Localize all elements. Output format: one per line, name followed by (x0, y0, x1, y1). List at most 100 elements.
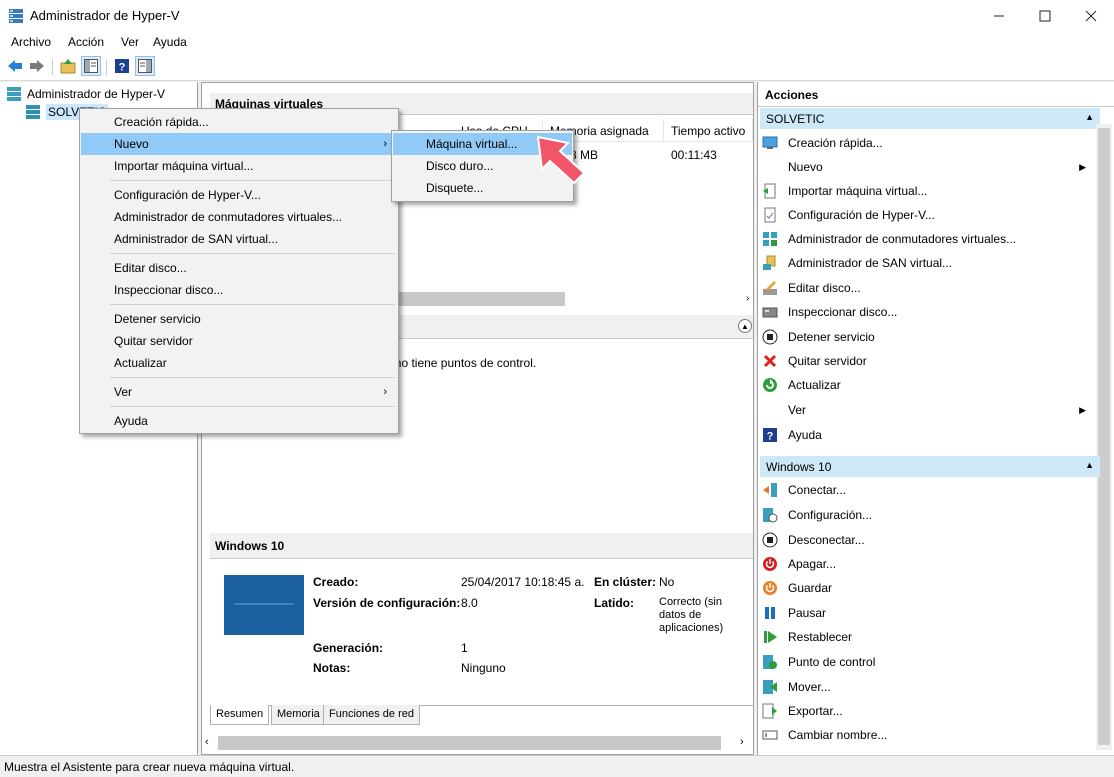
config-version-label: Versión de configuración: (313, 596, 461, 610)
help-button[interactable]: ? (112, 56, 132, 76)
close-button[interactable] (1068, 0, 1114, 31)
action-exportar[interactable]: Exportar... (762, 700, 1092, 722)
heartbeat-value-line1: Correcto (sin (659, 596, 722, 608)
collapse-checkpoints-icon[interactable]: ▲ (738, 319, 752, 333)
action-san-virtual[interactable]: Administrador de SAN virtual... (762, 252, 1092, 274)
action-label: Importar máquina virtual... (788, 184, 928, 198)
ctx-ver[interactable]: Ver › (81, 381, 397, 403)
forward-arrow-icon (30, 60, 44, 72)
menu-archivo[interactable]: Archivo (11, 35, 51, 49)
action-desconectar[interactable]: Desconectar... (762, 529, 1092, 551)
ctx-quitar-servidor[interactable]: Quitar servidor (81, 330, 397, 352)
center-hscroll-thumb[interactable] (218, 736, 721, 750)
context-menu: Creación rápida... Nuevo › Importar máqu… (79, 108, 399, 434)
scroll-right-icon[interactable]: › (746, 293, 749, 304)
created-value: 25/04/2017 10:18:45 a. (461, 575, 585, 589)
action-editar-disco[interactable]: Editar disco... (762, 277, 1092, 299)
action-ver[interactable]: Ver ▶ (762, 399, 1092, 421)
action-quitar-servidor[interactable]: Quitar servidor (762, 350, 1092, 372)
ctx-actualizar[interactable]: Actualizar (81, 352, 397, 374)
ctx-detener-servicio[interactable]: Detener servicio (81, 308, 397, 330)
action-label: Ayuda (788, 428, 822, 442)
svg-text:?: ? (119, 62, 126, 74)
actions-scroll-thumb[interactable] (1098, 128, 1110, 745)
heartbeat-value-line2: datos de (659, 609, 702, 621)
status-bar: Muestra el Asistente para crear nueva má… (0, 755, 1114, 777)
action-inspeccionar-disco[interactable]: Inspeccionar disco... (762, 301, 1092, 323)
save-icon (763, 581, 777, 595)
action-label: Guardar (788, 581, 833, 595)
ctx-importar[interactable]: Importar máquina virtual... (81, 155, 397, 177)
action-configuracion-hyperv[interactable]: Configuración de Hyper-V... (762, 204, 1092, 226)
action-label: Creación rápida... (788, 136, 883, 150)
ctx-ver-label: Ver (114, 385, 133, 399)
action-importar[interactable]: Importar máquina virtual... (762, 180, 1092, 202)
action-mover[interactable]: Mover... (762, 676, 1092, 698)
action-label: Inspeccionar disco... (788, 305, 898, 319)
action-conectar[interactable]: Conectar... (762, 479, 1092, 501)
up-folder-button[interactable] (58, 56, 78, 76)
ctx-nuevo[interactable]: Nuevo › (81, 133, 397, 155)
action-label: Pausar (788, 606, 827, 620)
tree-root-item[interactable]: Administrador de Hyper-V (6, 86, 165, 102)
ctx-ayuda[interactable]: Ayuda (81, 410, 397, 432)
submenu-arrow-icon: › (383, 386, 387, 398)
forward-button[interactable] (27, 56, 47, 76)
action-pane-icon (138, 59, 152, 73)
action-apagar[interactable]: Apagar... (762, 553, 1092, 575)
minimize-button[interactable] (976, 0, 1022, 31)
actions-server-header[interactable]: SOLVETIC ▲ (760, 108, 1100, 129)
actions-vm-header[interactable]: Windows 10 ▲ (760, 456, 1100, 477)
thumbnail-progress (234, 603, 294, 605)
window-title: Administrador de Hyper-V (30, 8, 180, 23)
ctx-san-virtual[interactable]: Administrador de SAN virtual... (81, 228, 397, 250)
tab-resumen[interactable]: Resumen (210, 705, 270, 725)
up-folder-icon (60, 59, 76, 74)
actions-pane: Acciones SOLVETIC ▲ Creación rápida... N… (757, 82, 1114, 755)
show-console-tree-button[interactable] (81, 56, 101, 76)
ctx-separator (110, 304, 395, 305)
scroll-right-icon[interactable]: › (740, 736, 744, 748)
actions-scrollbar[interactable] (1096, 124, 1112, 750)
ctx-configuracion-hyperv[interactable]: Configuración de Hyper-V... (81, 184, 397, 206)
collapse-up-icon: ▲ (1085, 112, 1094, 122)
show-action-pane-button[interactable] (135, 56, 155, 76)
ctx-inspeccionar-disco[interactable]: Inspeccionar disco... (81, 279, 397, 301)
ctx-editar-disco[interactable]: Editar disco... (81, 257, 397, 279)
status-text: Muestra el Asistente para crear nueva má… (4, 760, 295, 774)
ctx-conmutadores[interactable]: Administrador de conmutadores virtuales.… (81, 206, 397, 228)
toolbar-separator (106, 59, 107, 75)
action-actualizar[interactable]: Actualizar (762, 374, 1092, 396)
back-button[interactable] (5, 56, 25, 76)
action-nuevo[interactable]: Nuevo ▶ (762, 156, 1092, 178)
settings-document-icon (764, 207, 776, 223)
action-configuracion[interactable]: Configuración... (762, 504, 1092, 526)
maximize-button[interactable] (1022, 0, 1068, 31)
action-cambiar-nombre[interactable]: Cambiar nombre... (762, 724, 1092, 746)
action-punto-control[interactable]: Punto de control (762, 651, 1092, 673)
ctx-creacion-rapida[interactable]: Creación rápida... (81, 111, 397, 133)
action-pausar[interactable]: Pausar (762, 602, 1092, 624)
menu-accion[interactable]: Acción (68, 35, 104, 49)
action-creacion-rapida[interactable]: Creación rápida... (762, 132, 1092, 154)
tab-memoria[interactable]: Memoria (271, 705, 326, 725)
menu-bar: Archivo Acción Ver Ayuda (0, 31, 1114, 53)
tab-funciones-red[interactable]: Funciones de red (323, 705, 420, 725)
action-detener-servicio[interactable]: Detener servicio (762, 326, 1092, 348)
action-label: Exportar... (788, 704, 843, 718)
action-conmutadores-virtuales[interactable]: Administrador de conmutadores virtuales.… (762, 228, 1092, 250)
scroll-left-icon[interactable]: ‹ (205, 736, 209, 748)
action-label: Quitar servidor (788, 354, 867, 368)
menu-ayuda[interactable]: Ayuda (153, 35, 187, 49)
back-arrow-icon (8, 60, 22, 72)
action-guardar[interactable]: Guardar (762, 577, 1092, 599)
cluster-label: En clúster: (594, 575, 657, 589)
action-restablecer[interactable]: Restablecer (762, 626, 1092, 648)
details-title: Windows 10 (215, 539, 285, 553)
cluster-value: No (659, 575, 675, 589)
action-label: Apagar... (788, 557, 837, 571)
action-label: Nuevo (788, 160, 823, 174)
column-uptime[interactable]: Tiempo activo (665, 119, 753, 141)
menu-ver[interactable]: Ver (121, 35, 139, 49)
action-ayuda[interactable]: ? Ayuda (762, 424, 1092, 446)
